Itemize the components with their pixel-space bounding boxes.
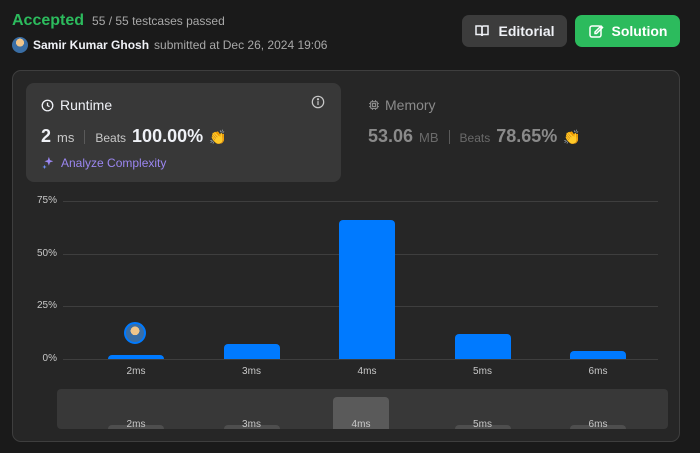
editorial-button[interactable]: Editorial (462, 15, 567, 47)
analyze-label: Analyze Complexity (61, 156, 167, 170)
accepted-label: Accepted (12, 12, 85, 29)
submission-info: Samir Kumar Ghosh submitted at Dec 26, 2… (12, 37, 327, 53)
edit-icon (588, 24, 604, 38)
memory-beats-value: 78.65% (496, 126, 558, 146)
memory-title-label: Memory (385, 97, 436, 113)
memory-metric: 53.06 MB Beats 78.65% 👏 (368, 126, 581, 147)
clap-icon: 👏 (209, 129, 227, 145)
gridline (63, 201, 658, 202)
bar-3ms[interactable] (223, 344, 280, 359)
chip-icon (369, 100, 379, 110)
x-tick-label: 3ms (242, 366, 261, 377)
solution-button[interactable]: Solution (575, 15, 680, 47)
username-link[interactable]: Samir Kumar Ghosh (33, 38, 149, 52)
runtime-title: Runtime (41, 97, 112, 113)
avatar[interactable] (12, 37, 28, 53)
clap-icon: 👏 (563, 129, 581, 145)
memory-unit: MB (419, 130, 439, 145)
slider-label: 4ms (351, 419, 371, 429)
runtime-unit: ms (57, 130, 75, 145)
analyze-complexity-link[interactable]: Analyze Complexity (41, 156, 166, 170)
runtime-beats-value: 100.00% (132, 126, 204, 146)
bar-4ms[interactable] (339, 219, 395, 359)
testcases-passed: 55 / 55 testcases passed (92, 14, 225, 28)
runtime-distribution-chart: 75% 50% 25% 0% 2ms 3ms 4ms 5ms 6ms (13, 191, 681, 381)
runtime-beats-label: Beats (95, 131, 127, 145)
x-tick-label: 2ms (126, 366, 146, 377)
slider-label: 2ms (126, 419, 146, 429)
runtime-value: 2 (41, 126, 52, 146)
x-tick-label: 4ms (357, 366, 377, 377)
memory-panel[interactable]: Memory 53.06 MB Beats 78.65% 👏 (368, 83, 648, 182)
divider (448, 129, 450, 144)
info-icon[interactable] (311, 95, 325, 109)
x-tick-label: 5ms (473, 366, 492, 377)
y-tick-label: 75% (36, 195, 57, 206)
runtime-title-label: Runtime (60, 97, 113, 113)
slider-label: 3ms (242, 419, 261, 429)
submitted-at: submitted at Dec 26, 2024 19:06 (154, 38, 328, 52)
y-tick-label: 50% (36, 247, 57, 259)
slider-label: 6ms (588, 419, 608, 429)
memory-beats-label: Beats (459, 131, 491, 145)
bar-5ms[interactable] (454, 333, 511, 359)
runtime-panel[interactable]: Runtime 2 ms Beats 100.00% 👏 Analyze Com… (26, 83, 341, 182)
slider-label: 5ms (473, 419, 492, 429)
memory-title: Memory (368, 97, 436, 113)
clock-icon (41, 99, 54, 111)
bar-6ms[interactable] (570, 350, 626, 359)
sparkle-icon (42, 156, 54, 170)
book-icon (475, 25, 490, 37)
memory-value: 53.06 (368, 126, 414, 146)
result-card: Runtime 2 ms Beats 100.00% 👏 Analyze Com… (12, 70, 680, 442)
user-position-avatar (124, 321, 146, 344)
y-tick-label: 25% (36, 300, 57, 312)
y-tick-label: 0% (42, 353, 57, 364)
x-tick-label: 6ms (588, 366, 608, 377)
gridline (63, 359, 658, 360)
editorial-label: Editorial (498, 23, 555, 39)
range-slider[interactable]: 2ms 3ms 4ms 5ms 6ms (57, 389, 668, 429)
runtime-metric: 2 ms Beats 100.00% 👏 (41, 126, 227, 147)
solution-label: Solution (611, 23, 668, 39)
divider (84, 129, 86, 144)
result-header: Accepted 55 / 55 testcases passed Samir … (12, 12, 692, 53)
bar-2ms[interactable] (108, 354, 164, 359)
status-line: Accepted 55 / 55 testcases passed (12, 12, 225, 30)
